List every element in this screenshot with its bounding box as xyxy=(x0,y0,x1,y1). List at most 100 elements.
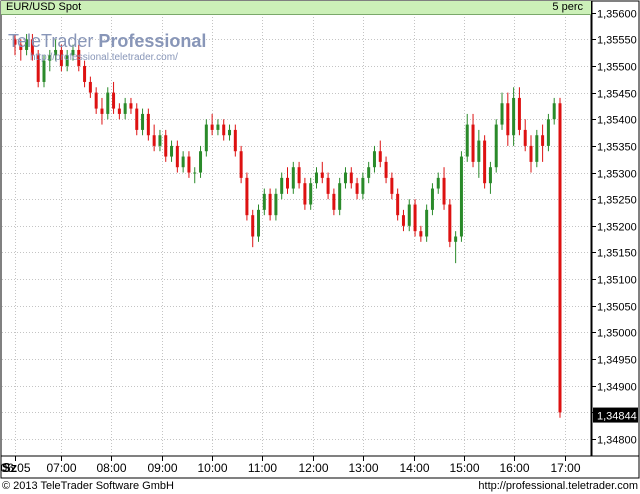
candle-body xyxy=(257,209,261,237)
price-tick-label: 1,34950 xyxy=(597,355,637,367)
candle-body xyxy=(135,108,139,130)
candle-body xyxy=(146,113,150,136)
candle-body xyxy=(117,108,121,114)
price-tick-label: 1,35050 xyxy=(597,302,637,314)
brand-name-bold: Professional xyxy=(98,31,207,51)
candle-body xyxy=(286,177,289,189)
candle xyxy=(448,199,452,248)
candle-body xyxy=(83,65,87,82)
candle-body xyxy=(367,167,371,178)
candle-body xyxy=(454,236,458,242)
candle-body xyxy=(251,215,255,237)
candle-body xyxy=(512,97,516,136)
candle-body xyxy=(152,135,156,146)
candle-body xyxy=(175,145,179,168)
candle-body xyxy=(396,193,400,216)
candle-body xyxy=(268,193,272,216)
time-tick-label: 17:00 xyxy=(550,461,580,475)
candle-body xyxy=(199,151,203,173)
candle-body xyxy=(228,129,232,136)
candle-body xyxy=(326,177,330,194)
brand-name-light: TeleTrader xyxy=(8,31,94,51)
candle-body xyxy=(425,209,429,237)
candle-body xyxy=(222,124,226,136)
copyright-text: © 2013 TeleTrader Software GmbH xyxy=(2,480,174,492)
price-tick-label: 1,34800 xyxy=(597,435,637,447)
time-tick-label: 08:00 xyxy=(96,461,126,475)
day-label: Sz xyxy=(2,460,18,475)
candle-body xyxy=(158,135,162,146)
candle-body xyxy=(245,177,249,216)
candle xyxy=(535,129,539,168)
candle-body xyxy=(361,177,365,194)
interval-label[interactable]: 5 perc xyxy=(552,1,583,14)
candle xyxy=(204,119,208,157)
candle-body xyxy=(523,129,527,146)
candle-body xyxy=(314,172,318,184)
candle-body xyxy=(500,103,504,125)
candle-body xyxy=(413,204,417,232)
candle xyxy=(338,177,342,216)
candle xyxy=(257,204,261,242)
candle-body xyxy=(541,135,545,146)
time-tick-label: 15:00 xyxy=(449,461,479,475)
time-tick-label: 12:00 xyxy=(298,461,328,475)
candle-body xyxy=(233,129,237,152)
candle-body xyxy=(332,193,336,210)
candle-body xyxy=(384,161,388,178)
candle-body xyxy=(210,124,214,130)
candle-body xyxy=(187,156,191,173)
candle-body xyxy=(477,140,481,162)
candle-body xyxy=(129,103,133,109)
candle xyxy=(459,151,463,242)
time-tick-label: 14:00 xyxy=(399,461,429,475)
time-tick-label: 13:00 xyxy=(348,461,378,475)
chart-header: EUR/USD Spot 5 perc xyxy=(1,1,591,15)
brand-watermark: TeleTrader Professional http://professio… xyxy=(8,30,206,64)
candle-body xyxy=(529,145,533,162)
candle-body xyxy=(494,124,498,168)
price-tick-label: 1,35000 xyxy=(597,328,637,340)
candle-body xyxy=(488,167,492,184)
candle xyxy=(245,172,249,221)
candle-body xyxy=(204,124,208,152)
price-tick-label: 1,35300 xyxy=(597,169,637,181)
symbol-label[interactable]: EUR/USD Spot xyxy=(6,1,81,14)
candle-body xyxy=(535,135,539,162)
time-tick-label: 11:00 xyxy=(248,461,277,475)
candle-body xyxy=(471,124,475,162)
brand-url: http://professional.teletrader.com/ xyxy=(30,52,178,63)
candle-body xyxy=(141,113,145,130)
candle xyxy=(425,204,429,242)
candle xyxy=(483,135,487,189)
candle xyxy=(239,145,243,184)
candle-body xyxy=(419,231,423,237)
candle-body xyxy=(355,183,359,194)
candle-body xyxy=(552,103,556,120)
candle-body xyxy=(483,140,487,184)
time-tick-label: 09:00 xyxy=(147,461,177,475)
footer-url[interactable]: http://professional.teletrader.com xyxy=(478,479,638,493)
time-tick-label: 07:00 xyxy=(46,461,76,475)
price-tick-label: 1,34900 xyxy=(597,382,637,394)
price-tick-label: 1,35600 xyxy=(597,9,637,21)
candle xyxy=(546,113,550,152)
candle-body xyxy=(100,108,104,114)
time-tick-label: 10:00 xyxy=(197,461,227,475)
price-tick-label: 1,35500 xyxy=(597,62,637,74)
last-price-marker: 1,34844 xyxy=(593,407,638,423)
price-tick-label: 1,35450 xyxy=(597,89,637,101)
candle-body xyxy=(378,151,382,162)
candle-body xyxy=(297,167,301,184)
candle-body xyxy=(436,177,440,189)
candle-body xyxy=(239,151,243,178)
candle-body xyxy=(291,167,295,189)
candle xyxy=(558,97,562,418)
candle-body xyxy=(170,145,174,157)
candle-body xyxy=(459,156,463,237)
price-tick-label: 1,35250 xyxy=(597,195,637,207)
price-tick-label: 1,35350 xyxy=(597,142,637,154)
candle-body xyxy=(558,103,562,413)
candle-body xyxy=(88,81,92,93)
price-tick-label: 1,35100 xyxy=(597,275,637,287)
